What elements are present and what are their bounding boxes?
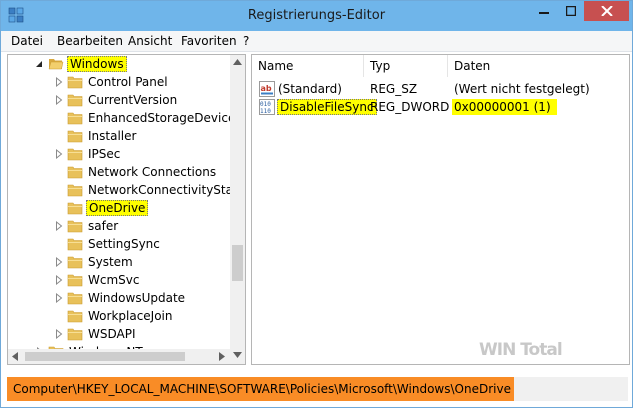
collapsed-arrow-icon[interactable] [55,77,63,87]
tree-label-ipsec: IPSec [88,147,121,161]
tree-item-system[interactable]: System [8,253,230,271]
tree-item-enhanced-storage-devices[interactable]: EnhancedStorageDevices [8,109,242,127]
column-header-type[interactable]: Typ [364,55,448,77]
tree-vertical-scrollbar[interactable] [230,55,245,364]
tree-item-onedrive[interactable]: OneDrive [8,199,230,217]
value-name: (Standard) [278,82,342,96]
folder-open-icon [48,59,64,70]
tree-item-network-connectivity-status[interactable]: NetworkConnectivityStatus [8,181,245,199]
expanded-arrow-icon[interactable] [35,59,43,69]
svg-text:010: 010 [260,101,271,108]
value-type: REG_DWORD [370,100,450,114]
menu-bearbeiten[interactable]: Bearbeiten [57,34,123,48]
tree-label-network-connections: Network Connections [88,165,217,179]
binary-value-icon: 010 110 [259,99,275,115]
folder-icon [67,148,83,161]
collapsed-arrow-icon[interactable] [55,257,63,267]
registry-editor-window: Registrierungs-Editor Datei Bearbeiten A… [0,0,633,408]
registry-values-list[interactable]: Name Typ Daten ab (Standard) REG_SZ (Wer… [251,54,630,365]
value-name: DisableFileSync [277,99,377,115]
tree-label-control-panel: Control Panel [88,75,168,89]
tree-item-setting-sync[interactable]: SettingSync [8,235,230,253]
menu-ansicht[interactable]: Ansicht [128,34,172,48]
tree-horizontal-scrollbar[interactable] [8,349,230,364]
tree-item-safer[interactable]: safer [8,217,230,235]
tree-item-current-version[interactable]: CurrentVersion [8,91,230,109]
collapsed-arrow-icon[interactable] [55,329,63,339]
minimize-button[interactable] [530,1,558,21]
tree-item-network-connections[interactable]: Network Connections [8,163,230,181]
value-data: 0x00000001 (1) [452,99,557,115]
title-bar[interactable]: Registrierungs-Editor [1,1,632,31]
folder-icon [67,202,83,215]
close-button[interactable] [584,1,629,21]
folder-icon [67,112,83,125]
folder-icon [67,328,83,341]
collapsed-arrow-icon[interactable] [55,149,63,159]
scroll-up-arrow-icon[interactable] [233,59,242,65]
tree-label-current-version: CurrentVersion [88,93,178,107]
collapsed-arrow-icon[interactable] [55,275,63,285]
tree-label-windows-update: WindowsUpdate [88,291,186,305]
folder-icon [67,94,83,107]
tree-item-windows[interactable]: Windows [8,55,230,73]
collapsed-arrow-icon[interactable] [55,221,63,231]
folder-icon [67,256,83,269]
tree-item-wsdapi[interactable]: WSDAPI [8,325,230,343]
column-header-name[interactable]: Name [252,55,364,77]
maximize-button[interactable] [557,1,585,21]
svg-text:110: 110 [260,108,271,115]
scroll-right-arrow-icon[interactable] [219,352,225,361]
tree-horizontal-scroll-thumb[interactable] [25,352,185,361]
string-value-icon: ab [259,81,275,97]
tree-label-windows: Windows [67,56,127,72]
tree-label-enhanced-storage-devices: EnhancedStorageDevices [88,111,242,125]
value-data: (Wert nicht festgelegt) [454,82,590,96]
collapsed-arrow-icon[interactable] [55,293,63,303]
value-type: REG_SZ [370,82,418,96]
folder-icon [67,130,83,143]
value-row-standard[interactable]: ab (Standard) REG_SZ (Wert nicht festgel… [252,80,629,98]
collapsed-arrow-icon[interactable] [55,95,63,105]
scrollbar-corner [230,349,245,364]
tree-label-wcmsvc: WcmSvc [88,273,140,287]
tree-vertical-scroll-thumb[interactable] [232,245,243,281]
folder-icon [67,166,83,179]
tree-label-network-connectivity-status: NetworkConnectivityStatus [88,183,246,197]
tree-label-installer: Installer [88,129,137,143]
close-icon [600,6,613,16]
tree-item-windows-update[interactable]: WindowsUpdate [8,289,230,307]
menu-help[interactable]: ? [243,34,249,48]
folder-icon [67,274,83,287]
folder-icon [67,184,83,197]
tree-item-ipsec[interactable]: IPSec [8,145,230,163]
column-header-data[interactable]: Daten [448,55,629,77]
registry-key-tree[interactable]: Windows Control Panel CurrentVersion Enh… [7,54,246,365]
folder-icon [67,76,83,89]
tree-item-workplace-join[interactable]: WorkplaceJoin [8,307,230,325]
status-path: Computer\HKEY_LOCAL_MACHINE\SOFTWARE\Pol… [7,377,514,401]
value-row-disable-file-sync[interactable]: 010 110 DisableFileSync REG_DWORD 0x0000… [252,98,629,116]
tree-item-wcmsvc[interactable]: WcmSvc [8,271,230,289]
folder-icon [67,310,83,323]
tree-label-setting-sync: SettingSync [88,237,160,251]
tree-label-onedrive: OneDrive [86,200,149,216]
tree-item-installer[interactable]: Installer [8,127,230,145]
scroll-down-arrow-icon[interactable] [233,352,242,358]
svg-text:ab: ab [261,84,272,93]
tree-label-safer: safer [88,219,119,233]
scroll-left-arrow-icon[interactable] [12,352,18,361]
tree-label-workplace-join: WorkplaceJoin [88,309,173,323]
menu-bar: Datei Bearbeiten Ansicht Favoriten ? [1,31,632,52]
status-bar: Computer\HKEY_LOCAL_MACHINE\SOFTWARE\Pol… [7,377,628,401]
folder-icon [67,238,83,251]
tree-label-system: System [88,255,133,269]
folder-icon [67,292,83,305]
tree-label-wsdapi: WSDAPI [88,327,136,341]
tree-item-control-panel[interactable]: Control Panel [8,73,230,91]
menu-favoriten[interactable]: Favoriten [181,34,237,48]
folder-icon [67,220,83,233]
menu-datei[interactable]: Datei [11,34,43,48]
watermark-logo: WIN Total [479,340,563,360]
